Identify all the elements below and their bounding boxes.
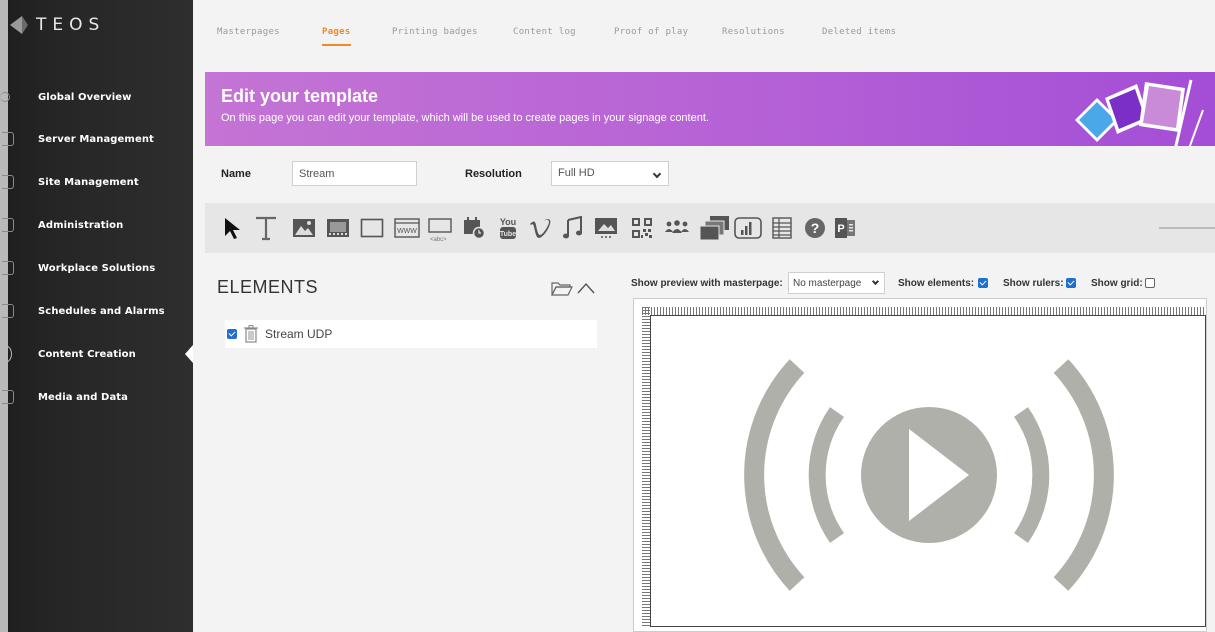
svg-text:Tube: Tube	[500, 231, 516, 238]
show-rulers-label: Show rulers:	[1003, 278, 1064, 289]
resolution-select[interactable]: Full HD	[551, 161, 669, 186]
preview-options: Show preview with masterpage: No masterp…	[631, 270, 1215, 296]
sidebar-item-content-creation[interactable]: Content Creation	[0, 339, 193, 369]
show-elements-checkbox[interactable]	[978, 278, 988, 288]
sidebar-item-label: Workplace Solutions	[38, 262, 156, 274]
resolution-value: Full HD	[558, 167, 595, 179]
tab-content-log[interactable]: Content log	[513, 27, 576, 37]
show-grid-checkbox[interactable]	[1145, 278, 1155, 288]
tab-bar: Masterpages Pages Printing badges Conten…	[193, 0, 1215, 70]
chevron-down-icon	[871, 277, 880, 286]
masterpage-label: Show preview with masterpage:	[631, 278, 783, 289]
web-icon-text: WWW	[397, 228, 417, 235]
sidebar-item-label: Administration	[38, 219, 124, 231]
tab-deleted-items[interactable]: Deleted items	[822, 27, 896, 37]
template-cards-illustration	[1075, 79, 1204, 146]
show-elements-label: Show elements:	[898, 278, 975, 289]
elements-title: ELEMENTS	[217, 277, 319, 297]
sidebar-item-label: Content Creation	[38, 348, 136, 360]
element-toolbar: WWW <abc> You Tube ? P	[205, 203, 1215, 253]
building-icon	[2, 175, 14, 189]
tab-resolutions[interactable]: Resolutions	[722, 27, 785, 37]
element-checkbox[interactable]	[227, 329, 237, 339]
sidebar-item-global-overview[interactable]: Global Overview	[0, 82, 193, 112]
web-icon[interactable]: WWW	[393, 215, 421, 241]
video-icon[interactable]	[325, 215, 351, 241]
chart-icon[interactable]	[733, 215, 763, 241]
server-icon	[2, 132, 14, 146]
trash-icon[interactable]	[244, 325, 258, 343]
element-label: Stream UDP	[265, 327, 333, 341]
sidebar-item-workplace-solutions[interactable]: Workplace Solutions	[0, 253, 193, 283]
sidebar-item-label: Media and Data	[38, 391, 129, 403]
help-icon[interactable]: ?	[803, 215, 827, 241]
main-content: Masterpages Pages Printing badges Conten…	[193, 0, 1215, 632]
input-box-caption: <abc>	[430, 237, 447, 243]
sidebar-item-site-management[interactable]: Site Management	[0, 167, 193, 197]
elements-panel: ELEMENTS Stream UDP	[205, 262, 609, 632]
show-rulers-checkbox[interactable]	[1066, 278, 1076, 288]
masterpage-value: No masterpage	[793, 278, 862, 289]
pencil-icon	[0, 345, 12, 363]
logo[interactable]: TEOS	[8, 10, 105, 40]
rectangle-icon[interactable]	[359, 215, 385, 241]
powerpoint-icon[interactable]: P	[833, 215, 857, 241]
svg-text:You: You	[500, 217, 516, 227]
youtube-icon[interactable]: You Tube	[497, 215, 519, 241]
svg-text:P: P	[837, 223, 844, 235]
name-input[interactable]: Stream	[292, 161, 417, 186]
people-icon[interactable]	[663, 215, 691, 241]
table-icon[interactable]	[771, 215, 793, 241]
sidebar-item-server-management[interactable]: Server Management	[0, 124, 193, 154]
sidebar-item-label: Server Management	[38, 133, 154, 145]
page-banner: Edit your template On this page you can …	[205, 72, 1215, 146]
logo-text: TEOS	[36, 15, 106, 35]
sidebar-item-schedules-and-alarms[interactable]: Schedules and Alarms	[0, 296, 193, 326]
calendar-clock-icon[interactable]	[461, 215, 487, 241]
tab-printing-badges[interactable]: Printing badges	[392, 27, 478, 37]
bell-icon	[2, 304, 14, 318]
page-title: Edit your template	[221, 86, 379, 106]
sidebar-item-label: Global Overview	[38, 91, 132, 103]
show-grid-label: Show grid:	[1091, 278, 1143, 289]
sidebar: TEOS Global Overview Server Management S…	[0, 0, 193, 632]
stream-broadcast-icon[interactable]	[651, 316, 1207, 628]
sidebar-item-media-and-data[interactable]: Media and Data	[0, 382, 193, 412]
desk-icon	[2, 261, 14, 275]
slideshow-icon[interactable]	[593, 215, 619, 241]
list-item[interactable]: Stream UDP	[225, 320, 597, 348]
layers-icon[interactable]	[699, 215, 731, 241]
qr-code-icon[interactable]	[629, 215, 655, 241]
active-pointer	[185, 345, 193, 363]
svg-text:?: ?	[811, 220, 820, 236]
masterpage-select[interactable]: No masterpage	[788, 272, 885, 294]
template-stage[interactable]	[650, 315, 1206, 627]
folder-icon	[2, 218, 14, 232]
select-arrow-icon[interactable]	[221, 215, 243, 241]
media-icon	[2, 390, 14, 404]
page-subtitle: On this page you can edit your template,…	[221, 112, 709, 124]
tab-masterpages[interactable]: Masterpages	[217, 27, 280, 37]
resolution-label: Resolution	[465, 168, 522, 180]
ruler-vertical	[642, 307, 650, 627]
gear-icon	[0, 92, 10, 102]
ruler-horizontal	[642, 307, 1204, 315]
sidebar-item-administration[interactable]: Administration	[0, 210, 193, 240]
text-icon[interactable]	[253, 215, 279, 241]
template-form: Name Stream Resolution Full HD	[205, 150, 1215, 198]
logo-mark-icon	[10, 16, 28, 34]
sidebar-item-label: Site Management	[38, 176, 139, 188]
folder-open-icon[interactable]	[551, 280, 573, 296]
music-icon[interactable]	[561, 215, 585, 241]
tab-proof-of-play[interactable]: Proof of play	[614, 27, 688, 37]
chevron-up-icon[interactable]	[577, 282, 595, 294]
image-icon[interactable]	[291, 215, 317, 241]
tab-pages[interactable]: Pages	[322, 27, 351, 46]
preview-canvas	[633, 298, 1207, 632]
name-label: Name	[221, 168, 251, 180]
vimeo-icon[interactable]	[527, 215, 553, 241]
zoom-slider[interactable]	[1159, 227, 1215, 229]
chevron-down-icon	[652, 169, 662, 179]
sidebar-item-label: Schedules and Alarms	[38, 305, 165, 317]
